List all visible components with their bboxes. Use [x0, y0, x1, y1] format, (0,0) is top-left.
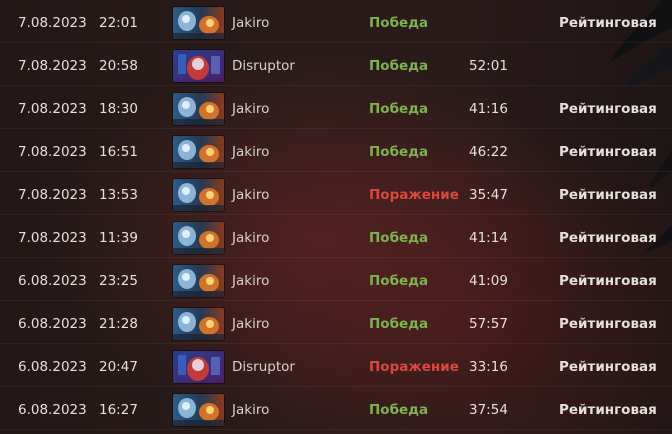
disruptor-portrait-icon	[173, 351, 224, 383]
match-duration: 46:22	[469, 144, 508, 160]
match-row[interactable]: 7.08.2023 16:51 Jakiro Победа 46:22 Рейтингов…	[0, 132, 672, 172]
match-date: 7.08.2023	[18, 187, 87, 203]
match-result: Победа	[369, 316, 429, 332]
match-time: 18:30	[99, 101, 138, 117]
match-duration: 41:16	[469, 101, 508, 117]
match-result: Победа	[369, 101, 429, 117]
hero-name: Jakiro	[232, 230, 270, 246]
hero-name: Disruptor	[232, 58, 295, 74]
jakiro-portrait-icon	[173, 394, 224, 426]
game-mode: Рейтинговая	[559, 273, 657, 289]
match-duration: 35:47	[469, 187, 508, 203]
match-result: Победа	[369, 144, 429, 160]
game-mode: Рейтинговая	[559, 230, 657, 246]
match-duration: 52:01	[469, 58, 508, 74]
hero-name: Jakiro	[232, 144, 270, 160]
match-duration: 41:14	[469, 230, 508, 246]
game-mode: Рейтинговая	[559, 402, 657, 418]
game-mode: Рейтинговая	[559, 316, 657, 332]
match-history-list: 7.08.2023 22:01 Jakiro Победа Рейтинговая 7.0…	[0, 0, 672, 434]
match-time: 20:47	[99, 359, 138, 375]
hero-name: Jakiro	[232, 187, 270, 203]
match-result: Победа	[369, 15, 429, 31]
match-date: 6.08.2023	[18, 402, 87, 418]
game-mode: Рейтинговая	[559, 359, 657, 375]
match-time: 16:51	[99, 144, 138, 160]
match-date: 7.08.2023	[18, 101, 87, 117]
match-result: Победа	[369, 273, 429, 289]
match-date: 7.08.2023	[18, 144, 87, 160]
match-time: 23:25	[99, 273, 138, 289]
match-time: 20:58	[99, 58, 138, 74]
match-row[interactable]: 7.08.2023 22:01 Jakiro Победа Рейтинговая	[0, 3, 672, 43]
match-result: Победа	[369, 402, 429, 418]
match-duration: 57:57	[469, 316, 508, 332]
match-date: 6.08.2023	[18, 273, 87, 289]
match-row[interactable]: 7.08.2023 18:30 Jakiro Победа 41:16 Рейтингов…	[0, 89, 672, 129]
game-mode: Рейтинговая	[559, 15, 657, 31]
game-mode: Рейтинговая	[559, 144, 657, 160]
match-date: 7.08.2023	[18, 230, 87, 246]
match-result: Победа	[369, 230, 429, 246]
match-row[interactable]: 7.08.2023 11:39 Jakiro Победа 41:14 Рейтингов…	[0, 218, 672, 258]
game-mode: Рейтинговая	[559, 101, 657, 117]
match-date: 6.08.2023	[18, 316, 87, 332]
jakiro-portrait-icon	[173, 93, 224, 125]
match-date: 7.08.2023	[18, 58, 87, 74]
match-row[interactable]: 6.08.2023 21:28 Jakiro Победа 57:57 Рейтингов…	[0, 304, 672, 344]
jakiro-portrait-icon	[173, 179, 224, 211]
disruptor-portrait-icon	[173, 50, 224, 82]
match-row[interactable]: 6.08.2023 20:47 Disruptor Поражение 33:16 Рей…	[0, 347, 672, 387]
match-date: 6.08.2023	[18, 359, 87, 375]
match-result: Поражение	[369, 187, 459, 203]
jakiro-portrait-icon	[173, 308, 224, 340]
jakiro-portrait-icon	[173, 222, 224, 254]
match-time: 21:28	[99, 316, 138, 332]
hero-name: Jakiro	[232, 15, 270, 31]
hero-name: Jakiro	[232, 101, 270, 117]
match-row[interactable]: 6.08.2023 16:27 Jakiro Победа 37:54 Рейтингов…	[0, 390, 672, 430]
hero-name: Jakiro	[232, 316, 270, 332]
match-result: Победа	[369, 58, 429, 74]
match-time: 11:39	[99, 230, 138, 246]
hero-name: Jakiro	[232, 273, 270, 289]
match-row[interactable]: 6.08.2023 23:25 Jakiro Победа 41:09 Рейтингов…	[0, 261, 672, 301]
game-mode: Рейтинговая	[559, 187, 657, 203]
match-time: 13:53	[99, 187, 138, 203]
match-duration: 41:09	[469, 273, 508, 289]
match-row[interactable]: 7.08.2023 13:53 Jakiro Поражение 35:47 Рейтин…	[0, 175, 672, 215]
jakiro-portrait-icon	[173, 136, 224, 168]
jakiro-portrait-icon	[173, 7, 224, 39]
match-duration: 33:16	[469, 359, 508, 375]
match-date: 7.08.2023	[18, 15, 87, 31]
hero-name: Disruptor	[232, 359, 295, 375]
match-duration: 37:54	[469, 402, 508, 418]
match-row[interactable]: 7.08.2023 20:58 Disruptor Победа 52:01	[0, 46, 672, 86]
match-result: Поражение	[369, 359, 459, 375]
match-time: 22:01	[99, 15, 138, 31]
jakiro-portrait-icon	[173, 265, 224, 297]
hero-name: Jakiro	[232, 402, 270, 418]
match-time: 16:27	[99, 402, 138, 418]
